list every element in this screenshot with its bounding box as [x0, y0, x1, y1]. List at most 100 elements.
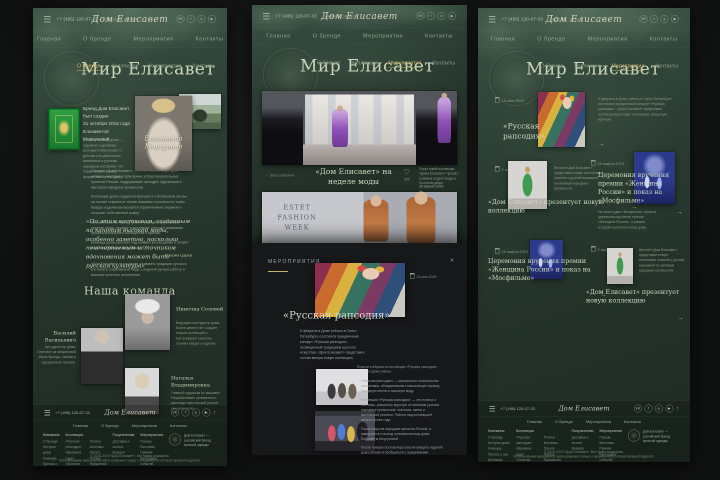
footer-nav-link[interactable]: О бренде: [555, 419, 573, 424]
social-icon[interactable]: f: [644, 404, 653, 413]
social-icon[interactable]: ◎: [654, 404, 663, 413]
section-tab[interactable]: О бренде: [317, 60, 340, 68]
news-list: 15 мая 2019 «Русская рапсодия» 9 февраля…: [478, 91, 690, 401]
nav-link[interactable]: О бренде: [83, 36, 111, 42]
social-icon[interactable]: f: [187, 15, 195, 23]
nav-link[interactable]: Главная: [266, 33, 290, 39]
social-icon[interactable]: ◎: [437, 12, 446, 20]
social-icon[interactable]: f: [181, 408, 190, 417]
news-photo[interactable]: [606, 247, 634, 285]
footer-link[interactable]: Доставка и оплата: [572, 435, 594, 446]
footer-link[interactable]: Доставка и оплата: [113, 439, 135, 450]
nav-link[interactable]: Контакты: [650, 36, 678, 42]
header: +7 (495) 120-07-33 Заказать звонок Дом Е…: [478, 8, 690, 31]
social-icon[interactable]: ◎: [197, 15, 206, 23]
nav-link[interactable]: Главная: [37, 36, 61, 42]
read-more-arrow[interactable]: →: [677, 314, 684, 322]
social-icon[interactable]: ▶: [665, 404, 674, 413]
menu-icon[interactable]: [263, 12, 270, 20]
footer-heading: Мероприятия: [140, 432, 163, 438]
read-more-arrow[interactable]: →: [676, 208, 683, 216]
news-title[interactable]: «Русская рапсодия»: [503, 121, 583, 141]
section-tab[interactable]: Коллекции: [351, 60, 377, 68]
social-icon[interactable]: f: [650, 15, 658, 23]
menu-icon[interactable]: [489, 405, 496, 412]
site-logo[interactable]: Дом Елисавет: [92, 14, 169, 25]
footer-logo[interactable]: Дом Елисавет: [104, 409, 155, 417]
footer-link[interactable]: «Русская рапсодия»: [516, 435, 538, 446]
section-tab[interactable]: О бренде: [540, 63, 563, 71]
footer-nav-link[interactable]: О бренде: [101, 423, 119, 428]
news-excerpt: 9 февраля в Доме учёных в Санкт-Петербур…: [598, 97, 672, 122]
nav-link[interactable]: Мероприятия: [363, 33, 403, 39]
site-logo[interactable]: Дом Елисавет: [321, 11, 398, 22]
social-icon[interactable]: ▶: [671, 15, 679, 23]
model-orange-outfit: [406, 191, 436, 243]
nav-link[interactable]: Контакты: [425, 33, 453, 39]
social-icon[interactable]: ▶: [448, 12, 456, 20]
news-title[interactable]: Церемония вручения премии «Женщина Росси…: [488, 257, 594, 282]
phone-link[interactable]: +7 (495) 120-07-33: [276, 14, 317, 19]
menu-icon[interactable]: [44, 15, 51, 23]
footer-logo[interactable]: Дом Елисавет: [558, 405, 609, 413]
copyright-line: Использование материалов сайта возможно …: [513, 455, 655, 459]
scroll-top-button[interactable]: ↑: [676, 406, 679, 412]
read-more-arrow[interactable]: →: [598, 140, 605, 148]
social-icon[interactable]: ▶: [208, 15, 216, 23]
news-title[interactable]: «Дом Елисавет» презентует новую коллекци…: [586, 288, 686, 305]
calendar-icon: [410, 273, 415, 279]
nav-link[interactable]: О бренде: [537, 36, 565, 42]
social-icon[interactable]: ◎: [191, 408, 200, 417]
footer-nav-link[interactable]: Мероприятия: [132, 423, 157, 428]
section-tab[interactable]: Контакты: [192, 63, 215, 71]
heart-icon[interactable]: ♡: [403, 168, 410, 177]
footer-nav-link[interactable]: Контакты: [624, 419, 641, 424]
social-icon[interactable]: f: [427, 12, 435, 20]
section-tab[interactable]: Контакты: [655, 63, 678, 71]
footer-nav-link[interactable]: Мероприятия: [586, 419, 611, 424]
section-tab[interactable]: Мероприятия: [611, 63, 645, 71]
back-link[interactable]: ← Все события: [265, 173, 294, 178]
social-icon[interactable]: VK: [170, 408, 179, 417]
catwalk: [297, 144, 422, 165]
page-about: +7 (495) 120-07-33 Заказать звонок Дом Е…: [33, 8, 227, 466]
news-title[interactable]: Церемония вручения премии «Женщина Росси…: [598, 171, 682, 205]
site-logo[interactable]: Дом Елисавет: [546, 14, 623, 25]
social-icon[interactable]: ◎: [660, 15, 669, 23]
social-icon[interactable]: VK: [633, 404, 642, 413]
social-icon[interactable]: VK: [416, 12, 425, 20]
close-icon[interactable]: ×: [450, 256, 454, 264]
section-tab[interactable]: Контакты: [432, 60, 455, 68]
nav-link[interactable]: Мероприятия: [588, 36, 628, 42]
section-tab[interactable]: Коллекции: [111, 63, 137, 71]
phone-link[interactable]: +7 (495) 120-07-33: [502, 17, 543, 22]
footer-phone[interactable]: +7 (495) 120-07-33: [56, 410, 90, 415]
social-icons: VK f ◎ ▶: [639, 15, 679, 23]
footer-nav-link[interactable]: Главная: [73, 423, 88, 428]
event-date: 15 апреля 2019: [419, 185, 444, 189]
footer-bar: +7 (495) 120-07-33 Дом Елисавет VK f ◎ ▶ ↑: [33, 405, 227, 421]
scroll-top-button[interactable]: ↑: [213, 410, 216, 416]
social-icon[interactable]: ▶: [202, 408, 211, 417]
footer-nav-link[interactable]: Главная: [527, 419, 542, 424]
title-row: Мир Елисавет О бренде Коллекции Мероприяти…: [33, 45, 227, 112]
like-control[interactable]: ♡ 105: [400, 168, 413, 182]
nav-link[interactable]: Контакты: [196, 36, 224, 42]
news-title[interactable]: «Дом Елисавет» презентует новую коллекци…: [488, 198, 604, 215]
footer-nav-link[interactable]: Контакты: [170, 423, 187, 428]
nav-link[interactable]: О бренде: [313, 33, 341, 39]
nav-link[interactable]: Главная: [491, 36, 515, 42]
accent-rule: [268, 271, 288, 272]
portfolio-canvas: +7 (495) 120-07-33 Заказать звонок Дом Е…: [0, 0, 720, 480]
section-tab[interactable]: О бренде: [77, 63, 101, 71]
social-icon[interactable]: VK: [639, 15, 648, 23]
social-icon[interactable]: VK: [176, 15, 185, 23]
section-tab[interactable]: Мероприятия: [148, 63, 181, 71]
menu-icon[interactable]: [489, 15, 496, 23]
section-tab[interactable]: Мероприятия: [388, 60, 422, 68]
footer-phone[interactable]: +7 (495) 120-07-33: [501, 406, 535, 411]
nav-link[interactable]: Мероприятия: [134, 36, 174, 42]
menu-icon[interactable]: [44, 409, 51, 416]
footer-link[interactable]: «Русская рапсодия»: [65, 439, 83, 450]
section-tab[interactable]: Коллекции: [574, 63, 600, 71]
